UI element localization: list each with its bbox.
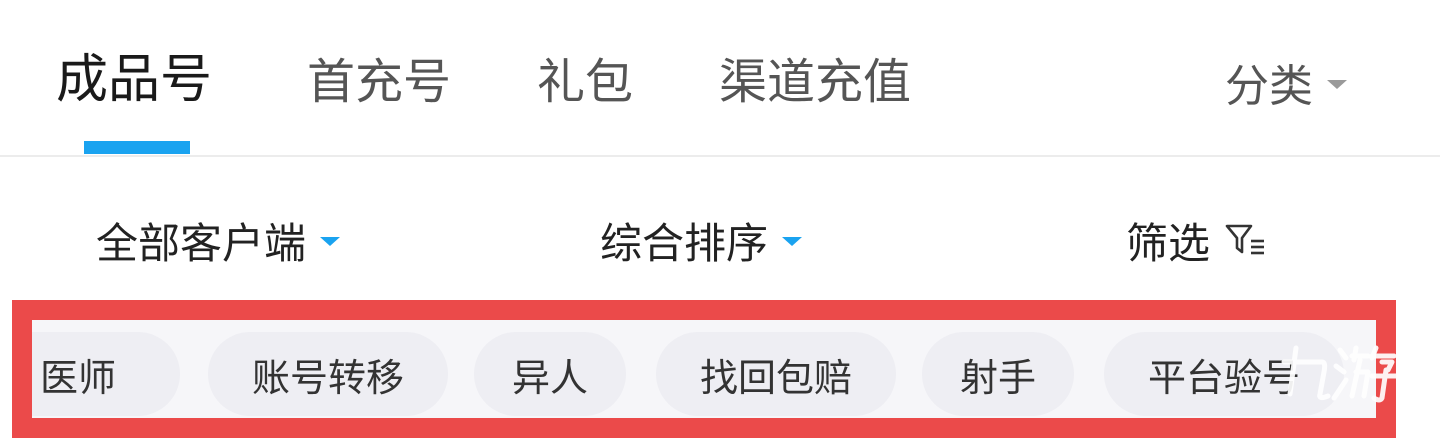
jiuyou-watermark-logo	[1281, 345, 1399, 403]
sort-dropdown[interactable]: 综合排序	[600, 208, 803, 272]
tag-chip-alien[interactable]: 异人	[474, 332, 626, 416]
client-filter-dropdown[interactable]: 全部客户端	[96, 208, 341, 272]
sort-label: 综合排序	[600, 218, 769, 268]
tag-chip-shooter[interactable]: 射手	[922, 332, 1074, 416]
caret-down-icon	[782, 236, 803, 246]
tab-finished-accounts[interactable]: 成品号	[56, 50, 212, 110]
tag-chip-account-transfer[interactable]: 账号转移	[208, 332, 448, 416]
screen-filter-button[interactable]: 筛选	[1126, 208, 1268, 272]
tab-gift-packs[interactable]: 礼包	[537, 52, 633, 112]
caret-down-icon	[1327, 79, 1347, 89]
highlighted-tag-row: 医师 账号转移 异人 找回包赔 射手 平台验号	[12, 300, 1396, 438]
category-label: 分类	[1225, 61, 1313, 112]
tab-divider	[0, 155, 1440, 157]
funnel-icon	[1225, 224, 1265, 255]
tab-channel-recharge[interactable]: 渠道充值	[719, 52, 911, 112]
filter-bar: 全部客户端 综合排序 筛选	[0, 200, 1440, 280]
caret-down-icon	[320, 236, 341, 246]
tab-first-recharge[interactable]: 首充号	[307, 52, 451, 112]
active-tab-indicator	[84, 141, 190, 154]
screen-filter-label: 筛选	[1126, 218, 1211, 268]
tag-chip-doctor[interactable]: 医师	[32, 332, 180, 416]
tag-chip-recovery-compensation[interactable]: 找回包赔	[656, 332, 896, 416]
top-tab-bar: 成品号 首充号 礼包 渠道充值 分类	[0, 0, 1440, 157]
category-dropdown[interactable]: 分类	[1225, 52, 1347, 112]
client-filter-label: 全部客户端	[96, 218, 307, 268]
